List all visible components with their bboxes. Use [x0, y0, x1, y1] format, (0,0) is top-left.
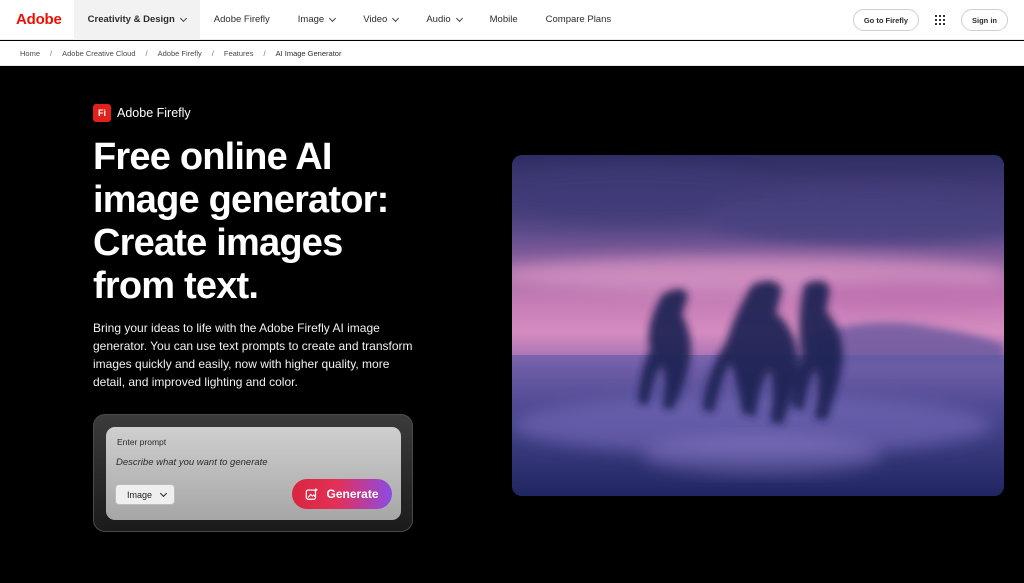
- nav-item-compare-plans[interactable]: Compare Plans: [532, 0, 625, 40]
- breadcrumb-features[interactable]: Features: [224, 49, 254, 58]
- prompt-panel: Enter prompt Image Generate: [93, 414, 413, 532]
- nav-item-adobe-firefly[interactable]: Adobe Firefly: [200, 0, 284, 40]
- horses-running-image: [512, 155, 1004, 496]
- chevron-down-icon: [159, 489, 168, 497]
- breadcrumb-separator: /: [145, 48, 148, 58]
- breadcrumb-separator: /: [50, 48, 53, 58]
- firefly-product-brand: Fi Adobe Firefly: [93, 104, 191, 122]
- product-name: Adobe Firefly: [117, 106, 191, 120]
- breadcrumb-home[interactable]: Home: [20, 49, 40, 58]
- chevron-down-icon: [179, 14, 187, 22]
- breadcrumb-adobe-firefly[interactable]: Adobe Firefly: [158, 49, 202, 58]
- content-type-select[interactable]: Image: [115, 484, 176, 505]
- app-grid-icon[interactable]: [935, 15, 945, 25]
- adobe-logo[interactable]: Adobe: [0, 0, 74, 40]
- prompt-label: Enter prompt: [117, 437, 167, 447]
- hero-headline: Free online AI image generator: Create i…: [93, 136, 389, 307]
- nav-item-label: Image: [297, 14, 325, 25]
- nav-actions: Go to Firefly Sign in: [852, 0, 1008, 40]
- sparkle-image-icon: [306, 487, 319, 500]
- global-nav: Adobe Creativity & Design Adobe Firefly …: [0, 0, 1024, 40]
- hero-image-horses: [512, 155, 1004, 496]
- chevron-down-icon: [455, 14, 463, 22]
- nav-item-label: Audio: [426, 14, 451, 25]
- breadcrumb-creative-cloud[interactable]: Adobe Creative Cloud: [62, 49, 135, 58]
- hero-body-copy: Bring your ideas to life with the Adobe …: [93, 321, 413, 389]
- nav-item-video[interactable]: Video: [349, 0, 412, 40]
- nav-item-label: Compare Plans: [545, 14, 612, 25]
- nav-item-label: Video: [363, 14, 388, 25]
- generate-label: Generate: [326, 487, 379, 501]
- nav-item-audio[interactable]: Audio: [412, 0, 475, 40]
- content-type-value: Image: [127, 489, 153, 500]
- chevron-down-icon: [329, 14, 337, 22]
- sign-in-button[interactable]: Sign in: [961, 9, 1008, 31]
- nav-item-mobile[interactable]: Mobile: [476, 0, 532, 40]
- nav-item-label: Mobile: [489, 14, 518, 25]
- firefly-logo-icon: Fi: [93, 104, 111, 122]
- chevron-down-icon: [392, 14, 400, 22]
- breadcrumb-current: AI Image Generator: [275, 48, 342, 58]
- hero-section: Fi Adobe Firefly Free online AI image ge…: [0, 66, 1024, 583]
- breadcrumb: Home / Adobe Creative Cloud / Adobe Fire…: [0, 41, 1024, 66]
- nav-item-label: Adobe Firefly: [213, 14, 270, 25]
- go-to-firefly-button[interactable]: Go to Firefly: [852, 9, 919, 31]
- generate-button[interactable]: Generate: [292, 479, 392, 509]
- prompt-card: Enter prompt Image Generate: [106, 427, 401, 520]
- breadcrumb-separator: /: [263, 48, 266, 58]
- nav-item-image[interactable]: Image: [284, 0, 349, 40]
- breadcrumb-separator: /: [211, 48, 214, 58]
- adobe-wordmark: Adobe: [16, 11, 62, 28]
- nav-item-creativity-design[interactable]: Creativity & Design: [73, 0, 200, 40]
- nav-item-label: Creativity & Design: [87, 14, 175, 25]
- prompt-input[interactable]: [116, 454, 386, 470]
